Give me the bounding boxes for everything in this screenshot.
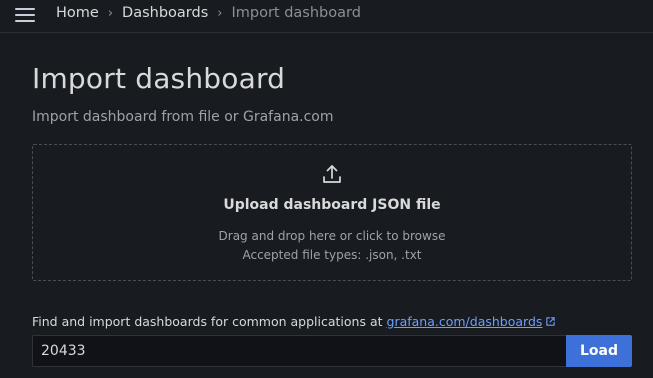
accepted-file-types: Accepted file types: .json, .txt [242, 248, 422, 262]
load-button[interactable]: Load [566, 335, 632, 367]
file-dropzone[interactable]: Upload dashboard JSON file Drag and drop… [32, 144, 632, 281]
breadcrumb: Home › Dashboards › Import dashboard [56, 5, 361, 21]
page-title: Import dashboard [32, 62, 286, 95]
grafana-com-prompt: Find and import dashboards for common ap… [32, 314, 556, 329]
breadcrumb-home[interactable]: Home [56, 5, 99, 21]
menu-icon-bar [15, 20, 35, 22]
chevron-right-icon: › [217, 5, 223, 21]
upload-icon [323, 165, 341, 183]
grafana-com-prompt-text: Find and import dashboards for common ap… [32, 314, 383, 329]
top-nav-bar: Home › Dashboards › Import dashboard [0, 0, 653, 33]
grafana-dashboard-id-input[interactable] [32, 335, 566, 367]
upload-title: Upload dashboard JSON file [223, 197, 441, 213]
grafana-com-dashboards-link[interactable]: grafana.com/dashboards [387, 314, 543, 329]
menu-icon[interactable] [15, 6, 41, 24]
chevron-right-icon: › [107, 5, 114, 21]
page-subtitle: Import dashboard from file or Grafana.co… [32, 109, 334, 125]
menu-icon-bar [15, 14, 35, 16]
menu-icon-bar [15, 8, 35, 10]
upload-hint: Drag and drop here or click to browse [218, 229, 446, 243]
breadcrumb-dashboards[interactable]: Dashboards [122, 5, 208, 21]
external-link-icon[interactable] [545, 316, 556, 327]
breadcrumb-current: Import dashboard [231, 5, 361, 21]
